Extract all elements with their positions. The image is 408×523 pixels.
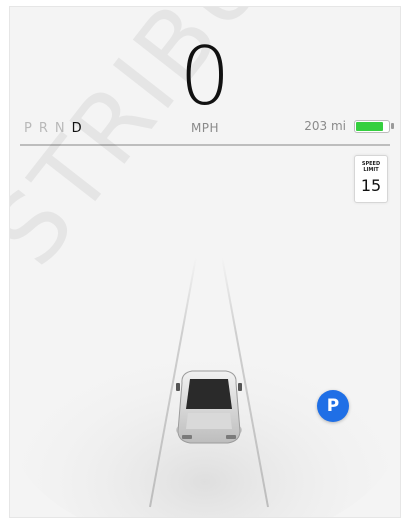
parking-icon[interactable]: P	[317, 390, 349, 422]
battery-level-fill	[356, 121, 383, 131]
dashboard-display: 0 P R N D MPH 203 mi SPEED LIMIT 15 P ST…	[9, 6, 401, 518]
speed-readout: 0	[179, 30, 231, 123]
header-divider	[20, 144, 390, 146]
range-status: 203 mi	[304, 119, 394, 133]
range-readout: 203 mi	[304, 119, 346, 133]
road-visualization	[10, 256, 400, 517]
battery-icon	[354, 119, 394, 133]
car-icon	[176, 370, 242, 444]
